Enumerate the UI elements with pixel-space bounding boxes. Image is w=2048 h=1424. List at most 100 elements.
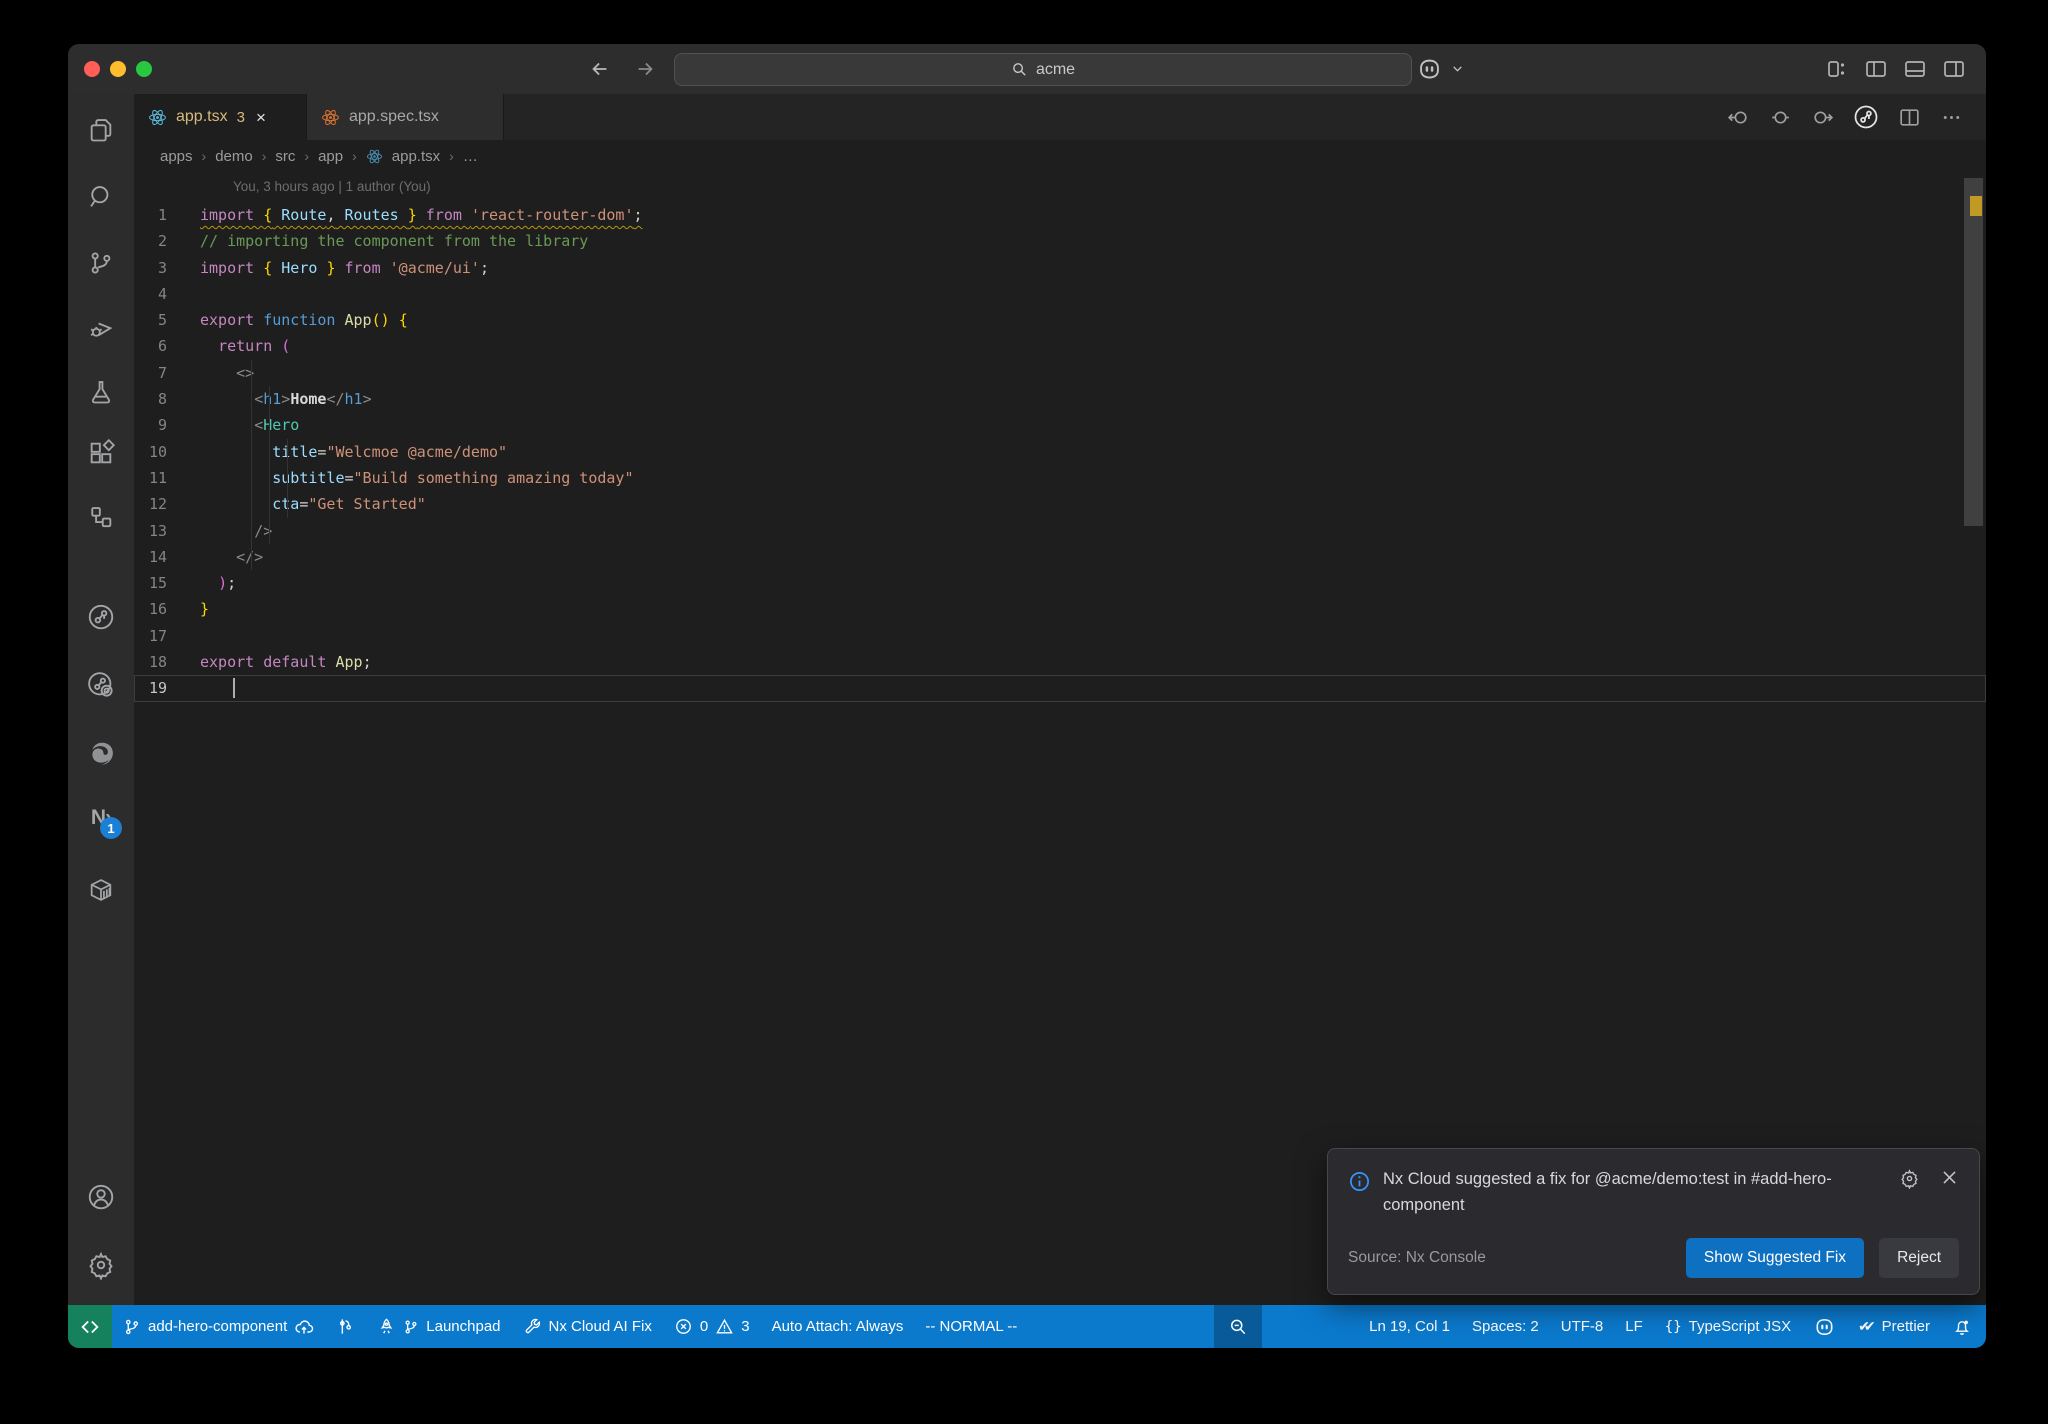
launchpad-status[interactable]: Launchpad	[366, 1305, 511, 1348]
screen: acme N› 1 app.tsx 3 × app.spec.tsx apps …	[0, 0, 2048, 1424]
explorer-icon[interactable]	[80, 109, 122, 151]
source-control-icon[interactable]	[80, 242, 122, 284]
code-line[interactable]: 9 <Hero	[134, 412, 1986, 438]
error-icon	[675, 1319, 691, 1334]
code-line[interactable]: 10 title="Welcmoe @acme/demo"	[134, 439, 1986, 465]
notification-settings-gear-icon[interactable]	[1899, 1168, 1920, 1189]
cursor-position-status[interactable]: Ln 19, Col 1	[1358, 1305, 1461, 1348]
language-mode-status[interactable]: {} TypeScript JSX	[1654, 1305, 1802, 1348]
code-line[interactable]: 6 return (	[134, 333, 1986, 359]
problems-status[interactable]: 0 3	[663, 1305, 761, 1348]
run-debug-icon[interactable]	[80, 306, 122, 348]
code-line[interactable]: 19	[134, 675, 1986, 701]
line-number: 1	[157, 206, 167, 224]
breadcrumb-symbol[interactable]: …	[463, 148, 478, 165]
tab-app-spec-tsx[interactable]: app.spec.tsx	[307, 94, 504, 140]
more-actions-icon[interactable]	[1939, 105, 1964, 130]
close-tab-icon[interactable]: ×	[256, 109, 266, 126]
tab-problem-badge: 3	[236, 108, 245, 126]
notifications-bell[interactable]	[1941, 1305, 1986, 1348]
breadcrumb-item[interactable]: app	[318, 148, 343, 165]
scrollbar-slider[interactable]	[1964, 178, 1983, 526]
breadcrumb-file[interactable]: app.tsx	[392, 148, 440, 165]
extensions-icon[interactable]	[80, 432, 122, 474]
account-icon[interactable]	[80, 1176, 122, 1218]
forward-icon[interactable]	[631, 56, 659, 82]
commit-graph-circle-icon[interactable]	[80, 596, 122, 638]
react-icon	[366, 149, 382, 163]
editor-scrollbar[interactable]	[1962, 172, 1985, 1305]
testing-icon[interactable]	[80, 371, 122, 413]
next-change-icon[interactable]	[1810, 105, 1835, 130]
editor[interactable]: You, 3 hours ago | 1 author (You) 1 impor…	[134, 172, 1986, 1305]
copilot-menu[interactable]	[1416, 55, 1464, 82]
encoding-status[interactable]: UTF-8	[1550, 1305, 1615, 1348]
code-text: />	[254, 521, 273, 540]
package-icon[interactable]	[80, 869, 122, 911]
code-line[interactable]: 12 cta="Get Started"	[134, 491, 1986, 517]
breadcrumb-item[interactable]: demo	[215, 148, 253, 165]
braces-icon: {}	[1664, 1318, 1682, 1335]
code-line[interactable]: 17	[134, 623, 1986, 649]
code-line[interactable]: 3 import { Hero } from '@acme/ui';	[134, 255, 1986, 281]
show-suggested-fix-button[interactable]: Show Suggested Fix	[1685, 1238, 1865, 1278]
nx-console-icon[interactable]: N› 1	[80, 797, 122, 839]
eol-status[interactable]: LF	[1614, 1305, 1654, 1348]
code-line[interactable]: 14 </>	[134, 544, 1986, 570]
close-window-button[interactable]	[84, 61, 100, 77]
notification-close-icon[interactable]	[1940, 1168, 1959, 1187]
remote-indicator[interactable]	[68, 1305, 112, 1348]
code-line[interactable]: 7 <>	[134, 360, 1986, 386]
line-number: 4	[157, 284, 167, 303]
minimize-window-button[interactable]	[110, 61, 126, 77]
code-line[interactable]: 2 // importing the component from the lib…	[134, 228, 1986, 254]
code-line[interactable]: 5 export function App() {	[134, 307, 1986, 333]
line-number: 5	[157, 311, 167, 330]
code-line[interactable]: 4	[134, 281, 1986, 307]
auto-attach-status[interactable]: Auto Attach: Always	[761, 1305, 915, 1348]
reject-button[interactable]: Reject	[1879, 1238, 1959, 1278]
breadcrumb-item[interactable]: src	[275, 148, 295, 165]
project-hierarchy-icon[interactable]	[80, 497, 122, 539]
indent-guide	[251, 359, 252, 571]
split-editor-icon[interactable]	[1897, 105, 1922, 130]
branch-icon	[405, 1320, 417, 1334]
code-line[interactable]: 11 subtitle="Build something amazing tod…	[134, 465, 1986, 491]
line-number: 3	[157, 258, 167, 277]
code-line[interactable]: 16}	[134, 596, 1986, 622]
edge-browser-icon[interactable]	[80, 732, 122, 774]
settings-gear-icon[interactable]	[80, 1244, 122, 1286]
tab-app-tsx[interactable]: app.tsx 3 ×	[134, 94, 307, 140]
command-center-search[interactable]: acme	[674, 53, 1412, 86]
wrench-icon	[525, 1318, 540, 1334]
back-icon[interactable]	[586, 56, 614, 82]
notification-source: Source: Nx Console	[1348, 1249, 1486, 1266]
code-line[interactable]: 18 export default App;	[134, 649, 1986, 675]
run-graph-icon[interactable]	[1852, 103, 1880, 131]
toggle-panel-icon[interactable]	[1903, 57, 1927, 81]
nx-cloud-ai-fix-status[interactable]: Nx Cloud AI Fix	[512, 1305, 663, 1348]
code-line[interactable]: 1 import { Route, Routes } from 'react-ro…	[134, 202, 1986, 228]
copilot-status[interactable]	[1802, 1305, 1847, 1348]
git-branch-status[interactable]: add-hero-component	[112, 1305, 325, 1348]
vim-mode-status[interactable]: -- NORMAL --	[914, 1305, 1028, 1348]
graph-inspect-icon[interactable]	[80, 664, 122, 706]
commit-graph-status[interactable]	[325, 1305, 366, 1348]
zoom-window-button[interactable]	[136, 61, 152, 77]
toggle-secondary-sidebar-icon[interactable]	[1942, 57, 1966, 81]
zoom-out-status[interactable]	[1214, 1305, 1263, 1348]
react-icon	[322, 109, 339, 125]
code-line[interactable]: 15 );	[134, 570, 1986, 596]
breadcrumb-item[interactable]: apps	[160, 148, 193, 165]
customize-layout-icon[interactable]	[1825, 57, 1849, 81]
info-icon	[1350, 1172, 1369, 1191]
toggle-primary-sidebar-icon[interactable]	[1864, 57, 1888, 81]
indentation-status[interactable]: Spaces: 2	[1461, 1305, 1550, 1348]
changes-icon[interactable]	[1768, 105, 1793, 130]
search-sidebar-icon[interactable]	[80, 176, 122, 218]
code-line[interactable]: 8 <h1>Home</h1>	[134, 386, 1986, 412]
prev-change-icon[interactable]	[1726, 105, 1751, 130]
gitlens-blame[interactable]: You, 3 hours ago | 1 author (You)	[233, 179, 431, 194]
code-line[interactable]: 13 />	[134, 518, 1986, 544]
prettier-status[interactable]: ✔✔ Prettier	[1847, 1305, 1941, 1348]
